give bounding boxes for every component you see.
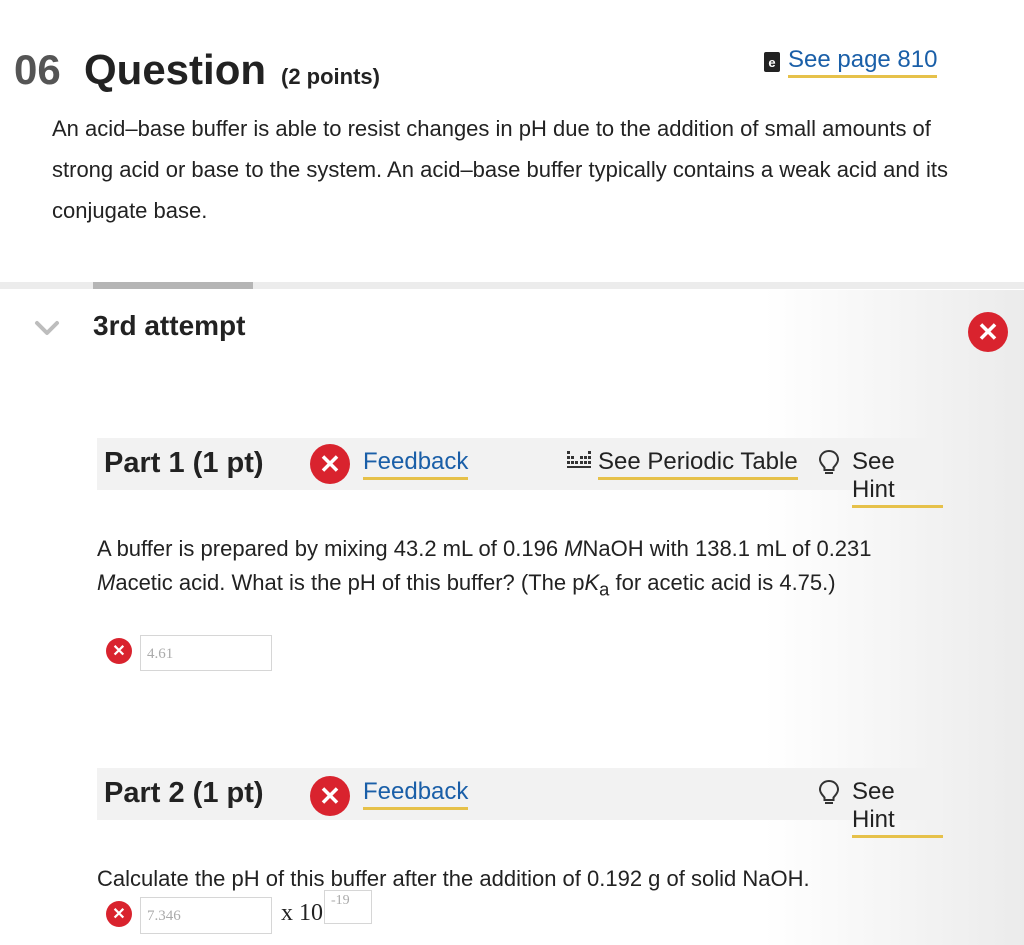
question-title: Question — [84, 46, 267, 93]
ka-subscript: a — [599, 578, 610, 600]
part-1-answer-incorrect-icon: ✕ — [106, 638, 132, 664]
part-1-feedback-link[interactable]: Feedback — [363, 448, 469, 480]
attempt-label: 3rd attempt — [93, 310, 246, 341]
question-points: (2 points) — [281, 64, 380, 89]
part-1-header: Part 1 (1 pt) ✕ Feedback See Periodic Ta… — [97, 438, 943, 508]
chevron-down-icon[interactable] — [34, 318, 60, 340]
lightbulb-icon — [818, 449, 840, 474]
question-number: 06 — [14, 46, 61, 93]
part-2-exponent-input[interactable]: -19 — [324, 890, 372, 924]
part-2-see-hint-link[interactable]: See Hint — [852, 778, 943, 838]
part-1-answer-input[interactable]: 4.61 — [140, 635, 272, 671]
progress-indicator — [93, 282, 253, 289]
part-2-incorrect-icon: ✕ — [310, 776, 350, 816]
see-page-label: See page 810 — [788, 46, 938, 78]
attempt-status-x-icon[interactable]: ✕ — [968, 312, 1008, 352]
periodic-table-icon — [567, 451, 591, 468]
part-2-question: Calculate the pH of this buffer after th… — [97, 866, 810, 891]
lightbulb-icon — [818, 779, 840, 804]
times-ten-label: x 10 — [281, 900, 323, 926]
ka-symbol: K — [584, 570, 600, 595]
part-2-header: Part 2 (1 pt) ✕ Feedback See Hint — [97, 768, 943, 838]
right-edge-shade — [764, 290, 1024, 945]
part-2-answer-incorrect-icon: ✕ — [106, 901, 132, 927]
part-1-title: Part 1 (1 pt) — [104, 447, 264, 479]
part-1-incorrect-icon: ✕ — [310, 444, 350, 484]
part-2-title: Part 2 (1 pt) — [104, 777, 264, 809]
part-1-see-hint-link[interactable]: See Hint — [852, 448, 943, 508]
question-intro: An acid–base buffer is able to resist ch… — [52, 116, 948, 223]
see-periodic-table-link[interactable]: See Periodic Table — [598, 448, 798, 480]
see-page-link[interactable]: e See page 810 — [764, 46, 938, 78]
question-text: for acetic acid is 4.75.) — [609, 570, 836, 595]
part-2-answer-input[interactable]: 7.346 — [140, 897, 272, 934]
molarity-unit: M — [564, 536, 583, 561]
question-text: A buffer is prepared by mixing 43.2 mL o… — [97, 536, 565, 561]
book-icon: e — [764, 52, 780, 72]
part-2-feedback-link[interactable]: Feedback — [363, 778, 469, 810]
question-text: acetic acid. What is the pH of this buff… — [115, 570, 585, 595]
molarity-unit: M — [97, 570, 116, 595]
question-text: NaOH with 138.1 mL of 0.231 — [582, 536, 872, 561]
part-1-question: A buffer is prepared by mixing 43.2 mL o… — [97, 532, 917, 606]
